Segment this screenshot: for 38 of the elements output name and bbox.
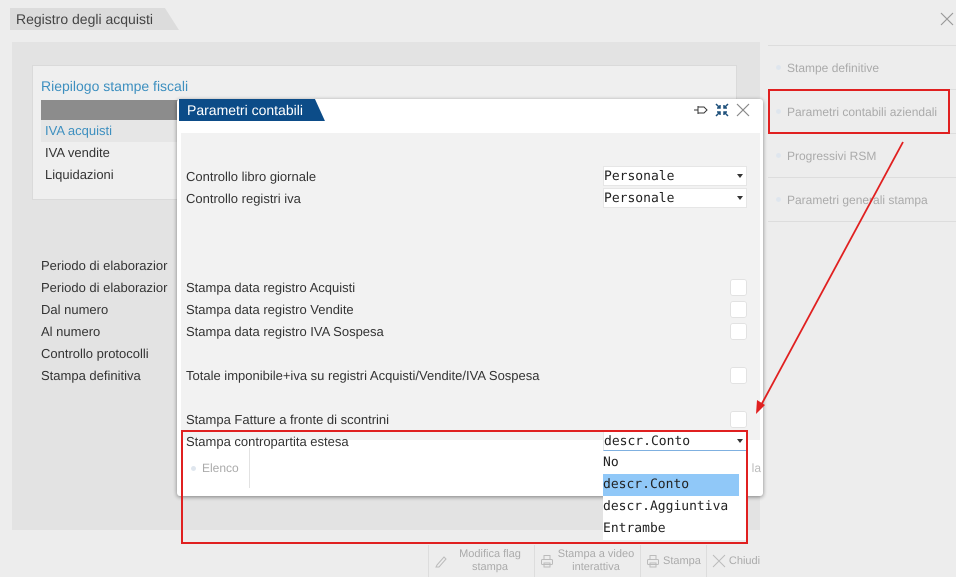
field-label: Periodo di elaborazior [41, 257, 168, 275]
close-icon [712, 554, 726, 568]
card-title: Riepilogo stampe fiscali [41, 78, 190, 96]
button-label: la [752, 461, 761, 475]
dropdown-option[interactable]: descr.Conto [603, 474, 739, 496]
close-icon[interactable] [940, 12, 954, 26]
collapse-icon[interactable] [714, 102, 730, 118]
checkbox[interactable] [730, 410, 747, 428]
window-tab[interactable]: Registro degli acquisti [10, 8, 179, 30]
dialog-title: Parametri contabili [179, 99, 325, 121]
field-label: Dal numero [41, 301, 108, 319]
printer-icon [540, 554, 554, 568]
checkbox[interactable] [730, 322, 747, 340]
close-icon[interactable] [735, 102, 751, 118]
printer-icon [646, 554, 660, 568]
field-label: Al numero [41, 323, 100, 341]
caret-icon [737, 196, 743, 200]
dropdown-option[interactable]: No [603, 452, 739, 474]
field-label: Periodo di elaborazior [41, 279, 168, 297]
field-label: Totale imponibile+iva su registri Acquisti/Vendite/IVA Sospesa [186, 368, 540, 382]
checkbox[interactable] [730, 278, 747, 296]
field-label: Controllo protocolli [41, 345, 149, 363]
field-label: Stampa contropartita estesa [186, 434, 349, 448]
checkbox[interactable] [730, 366, 747, 384]
dropdown[interactable]: Personale [603, 188, 747, 208]
dropdown-option[interactable]: Entrambe [603, 518, 739, 540]
pencil-icon [434, 554, 448, 568]
checkbox[interactable] [730, 300, 747, 318]
field-label: Stampa definitiva [41, 367, 141, 385]
caret-icon [737, 174, 743, 178]
dropdown[interactable]: Personale [603, 166, 747, 186]
field-label: Stampa Fatture a fronte di scontrini [186, 412, 390, 426]
dropdown-option[interactable]: descr.Aggiuntiva [603, 496, 739, 518]
field-label: Stampa data registro Vendite [186, 302, 354, 316]
field-label: Stampa data registro Acquisti [186, 280, 356, 294]
field-label: Controllo registri iva [186, 190, 301, 206]
field-label: Stampa data registro IVA Sospesa [186, 324, 384, 338]
field-label: Controllo libro giornale [186, 168, 316, 184]
